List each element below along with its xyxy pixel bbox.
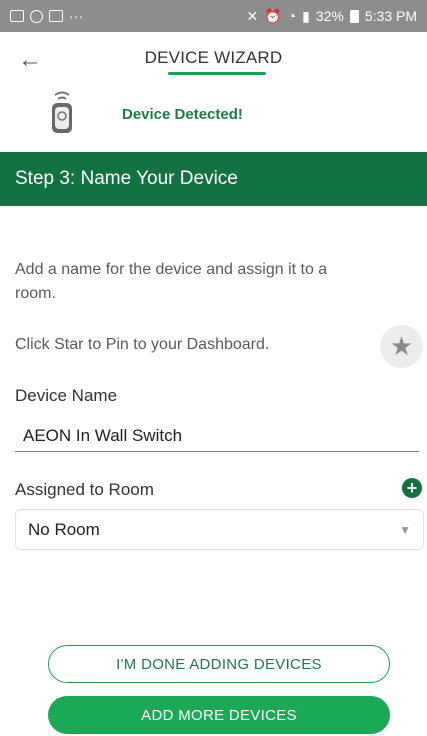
status-left: ··· [10,8,83,24]
device-detected-row: Device Detected! [0,90,427,152]
room-select[interactable]: No Room ▼ [15,509,424,550]
battery-percent: 32% [315,8,344,24]
room-select-value: No Room [28,519,100,539]
room-label: Assigned to Room [15,480,154,499]
plus-icon: + [406,478,418,498]
device-detected-text: Device Detected! [122,106,243,123]
page-title: DEVICE WIZARD [144,48,283,67]
wifi-icon: ◔ [287,8,297,24]
overflow-dots: ··· [69,8,83,24]
gmail-icon [49,10,63,22]
whatsapp-icon [30,9,43,23]
gallery-icon [10,10,24,22]
mute-icon: ✕ [246,7,259,24]
status-right: ✕ ⏰ ◔ ▮ 32% 5:33 PM [246,8,417,25]
device-name-label: Device Name [15,386,118,405]
status-bar: ··· ✕ ⏰ ◔ ▮ 32% 5:33 PM [0,0,427,32]
alarm-icon: ⏰ [264,7,282,24]
smart-plug-icon [52,91,72,133]
step-banner: Step 3: Name Your Device [0,152,427,206]
pin-star-button[interactable]: ★ [380,325,423,368]
done-adding-button[interactable]: I'M DONE ADDING DEVICES [48,645,390,683]
star-icon: ★ [389,331,414,361]
add-room-button[interactable]: + [402,478,422,498]
add-more-devices-button[interactable]: ADD MORE DEVICES [48,696,390,734]
battery-icon [349,9,359,23]
header: ← DEVICE WIZARD [0,32,427,90]
clock: 5:33 PM [364,8,417,24]
star-hint-text: Click Star to Pin to your Dashboard. [15,336,270,353]
instructions-text: Add a name for the device and assign it … [15,261,328,302]
title-underline [168,72,266,75]
chevron-down-icon: ▼ [399,522,411,537]
device-name-input[interactable] [15,420,419,452]
signal-icon: ▮ [302,7,310,24]
